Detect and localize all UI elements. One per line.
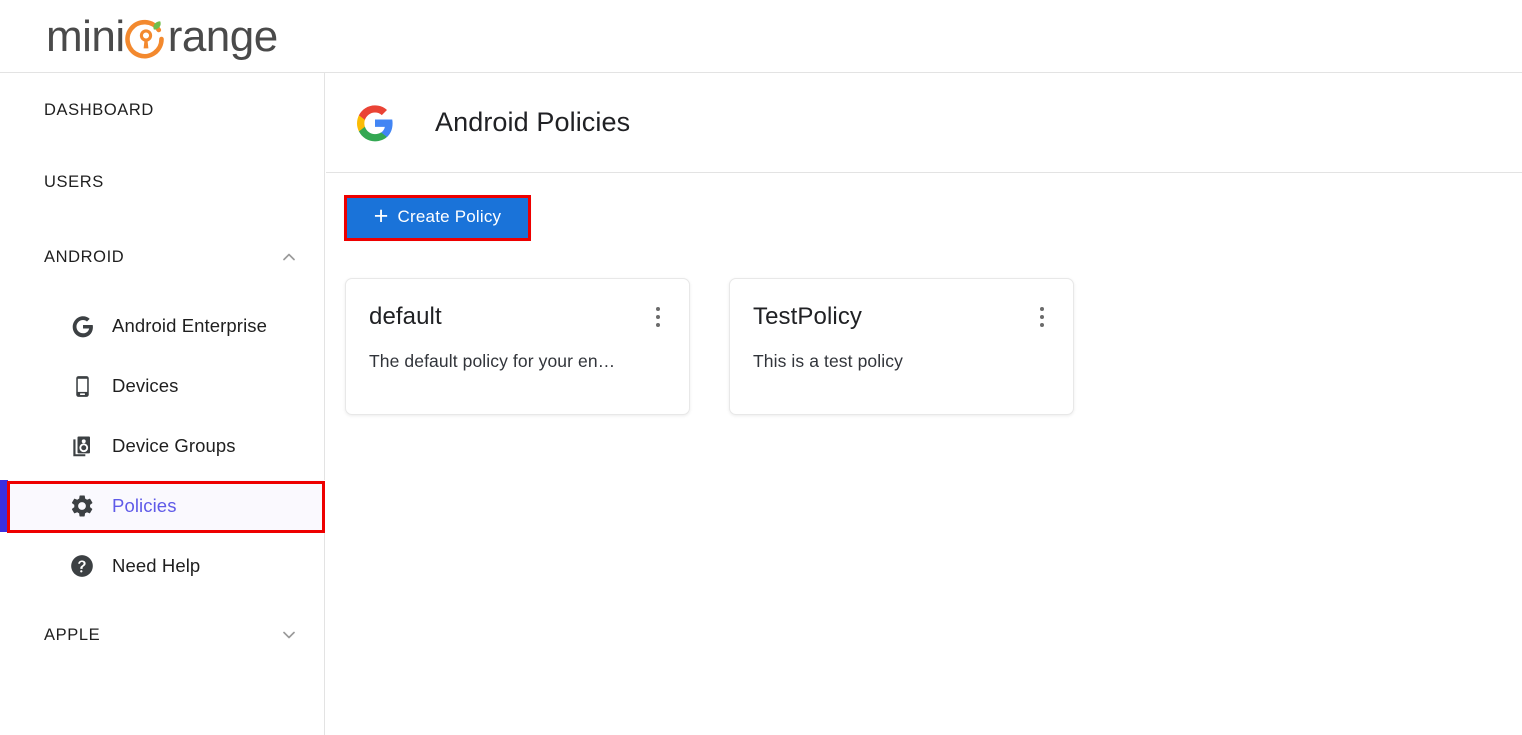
sidebar-item-dashboard[interactable]: DASHBOARD <box>0 88 325 132</box>
page-header: Android Policies <box>326 73 1522 173</box>
policy-description: The default policy for your en… <box>369 351 616 371</box>
sidebar: DASHBOARD USERS ANDROID Android Enterpri… <box>0 73 325 735</box>
page-title: Android Policies <box>435 107 631 137</box>
smartphone-icon <box>68 372 96 400</box>
sidebar-item-users-label: USERS <box>44 172 104 191</box>
sidebar-item-android-enterprise[interactable]: Android Enterprise <box>0 300 325 352</box>
google-multicolor-g-icon <box>355 103 395 143</box>
create-policy-button[interactable]: + Create Policy <box>345 195 530 239</box>
sidebar-item-android-enterprise-label: Android Enterprise <box>112 315 268 336</box>
sidebar-item-device-groups-label: Device Groups <box>112 435 236 456</box>
sidebar-group-android[interactable]: ANDROID <box>0 235 325 279</box>
sidebar-item-need-help[interactable]: Need Help <box>0 540 325 592</box>
sidebar-item-policies-label: Policies <box>112 495 177 516</box>
kebab-menu-icon[interactable] <box>647 305 669 329</box>
sidebar-item-users[interactable]: USERS <box>0 160 325 204</box>
sidebar-group-android-label: ANDROID <box>44 247 125 266</box>
gear-icon <box>68 492 96 520</box>
sidebar-item-need-help-label: Need Help <box>112 555 201 576</box>
app-root: mini range DASHBOARD USERS ANDROID Andro… <box>0 0 1522 735</box>
policy-description: This is a test policy <box>753 351 903 371</box>
google-g-icon <box>68 312 96 340</box>
device-groups-icon <box>68 432 96 460</box>
sidebar-item-devices-label: Devices <box>112 375 179 396</box>
brand-logo[interactable]: mini range <box>46 9 278 65</box>
kebab-menu-icon[interactable] <box>1031 305 1053 329</box>
brand-name-part1: mini <box>46 12 125 61</box>
policy-name: TestPolicy <box>753 303 863 330</box>
brand-text: mini range <box>46 15 278 59</box>
sidebar-item-device-groups[interactable]: Device Groups <box>0 420 325 472</box>
active-indicator-bar <box>0 480 8 532</box>
policy-card-list: default The default policy for your en… … <box>345 278 1074 415</box>
miniorange-keyhole-logo <box>124 18 167 60</box>
help-circle-icon <box>68 552 96 580</box>
policy-card[interactable]: default The default policy for your en… <box>345 278 690 415</box>
plus-icon: + <box>373 201 389 230</box>
chevron-up-icon[interactable] <box>279 247 299 267</box>
top-bar: mini range <box>0 0 1522 73</box>
sidebar-item-devices[interactable]: Devices <box>0 360 325 412</box>
sidebar-item-policies[interactable]: Policies <box>0 480 325 532</box>
chevron-down-icon[interactable] <box>279 625 299 645</box>
policy-name: default <box>369 303 442 330</box>
sidebar-group-apple[interactable]: APPLE <box>0 613 325 657</box>
sidebar-item-dashboard-label: DASHBOARD <box>44 100 154 119</box>
create-policy-label: Create Policy <box>397 207 502 226</box>
main-content: Android Policies + Create Policy default… <box>326 73 1522 735</box>
policy-card[interactable]: TestPolicy This is a test policy <box>729 278 1074 415</box>
brand-name-part2: range <box>167 12 279 61</box>
sidebar-group-apple-label: APPLE <box>44 625 101 644</box>
